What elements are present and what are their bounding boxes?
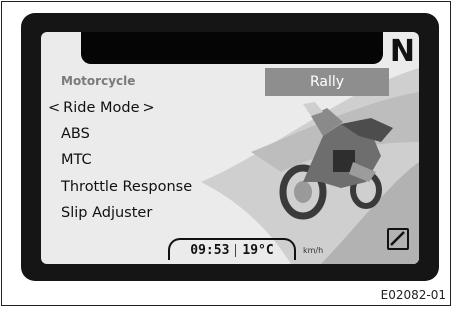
section-label: Motorcycle <box>61 74 136 88</box>
menu-item-throttle-response[interactable]: Throttle Response <box>61 179 192 195</box>
menu-item-ride-mode[interactable]: < Ride Mode > <box>45 100 158 116</box>
menu-item-mtc[interactable]: MTC <box>61 152 92 168</box>
clock-time: 09:53 <box>190 242 230 258</box>
ambient-temperature: 19°C <box>242 242 274 258</box>
menu-item-slip-adjuster[interactable]: Slip Adjuster <box>61 205 152 221</box>
motorcycle-background-art <box>201 68 419 264</box>
menu-item-label: MTC <box>61 152 92 168</box>
chevron-left-icon: < <box>48 100 61 116</box>
menu-item-label: Slip Adjuster <box>61 205 153 221</box>
zero-icon <box>387 228 409 250</box>
speed-unit: km/h <box>303 246 324 255</box>
dashboard-screen: N Motorcycle Rally < Ride Mode > ABS MTC T… <box>41 32 419 264</box>
menu-item-abs[interactable]: ABS <box>61 126 90 142</box>
chevron-right-icon: > <box>142 100 155 116</box>
menu-item-label: Throttle Response <box>61 179 193 195</box>
menu-item-label: Ride Mode <box>63 100 140 116</box>
top-status-bar <box>81 32 383 64</box>
figure-code: E02082-01 <box>380 288 446 302</box>
riding-mode-label: Rally <box>309 74 345 90</box>
status-readout: 09:53 19°C <box>168 238 296 260</box>
status-divider <box>235 243 237 257</box>
gear-indicator: N <box>389 34 415 69</box>
menu-item-label: ABS <box>61 126 90 142</box>
riding-mode-value[interactable]: Rally <box>265 68 389 96</box>
zero-icon-slash <box>390 231 405 246</box>
